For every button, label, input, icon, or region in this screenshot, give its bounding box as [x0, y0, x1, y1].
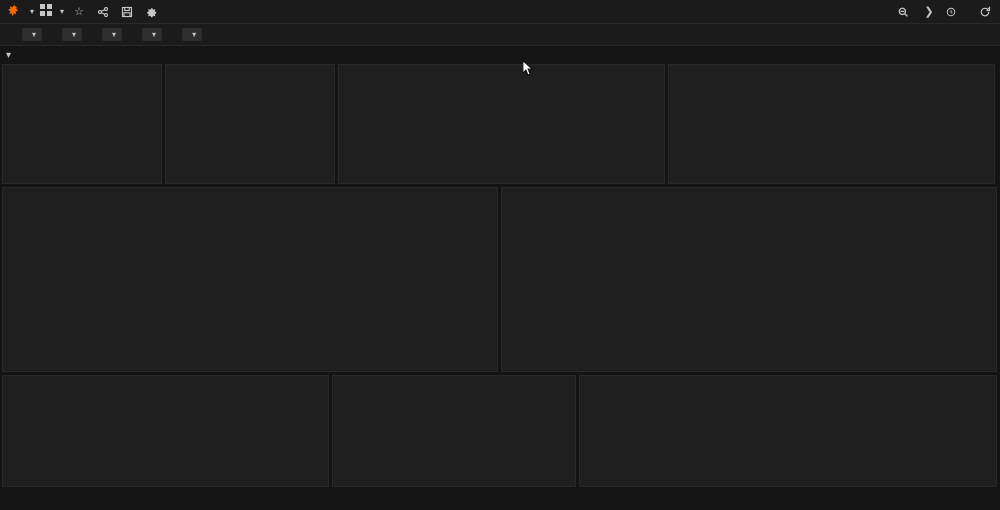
refresh-icon[interactable] [976, 3, 994, 21]
logo-menu-caret[interactable]: ▾ [30, 7, 34, 16]
save-icon[interactable] [118, 3, 136, 21]
var-environment-select[interactable]: ▾ [22, 28, 42, 41]
dashboard-caret-icon: ▾ [60, 7, 64, 16]
panel-response-time[interactable] [501, 187, 997, 372]
row-collapse-icon: ▾ [6, 50, 11, 61]
active-requests-chart [339, 69, 664, 183]
var-summarize-select[interactable]: ▾ [182, 28, 202, 41]
dashboard-grid-icon [40, 4, 52, 19]
star-icon[interactable]: ☆ [70, 3, 88, 21]
var-datasource-select[interactable]: ▾ [142, 28, 162, 41]
panel-throughput-chart[interactable] [2, 187, 498, 372]
dashboard-body [0, 64, 1000, 487]
var-healthcheck-select[interactable]: ▾ [62, 28, 82, 41]
panel-throughput-single[interactable] [2, 64, 162, 184]
panel-error-single[interactable] [165, 64, 335, 184]
dashboard-picker[interactable]: ▾ [40, 4, 64, 19]
template-var-bar: ▾ ▾ ▾ ▾ ▾ [0, 24, 1000, 46]
var-summarize-label [166, 33, 178, 37]
var-application-label [86, 33, 98, 37]
zoom-out-button[interactable] [898, 7, 912, 17]
error-rate-pct-chart [3, 380, 328, 486]
errors-pie-chart [333, 388, 433, 478]
panel-errors-pie[interactable] [332, 375, 576, 487]
throughput-legend [3, 367, 497, 371]
time-range-prev-icon[interactable]: ❯ [920, 3, 938, 21]
response-time-chart [502, 192, 996, 367]
panel-error-rate[interactable] [579, 375, 997, 487]
panel-apdex[interactable] [668, 64, 995, 184]
error-rate-chart [580, 380, 901, 486]
row-1 [2, 64, 998, 184]
time-range-picker[interactable] [946, 7, 960, 17]
throughput-value [3, 69, 161, 183]
settings-gear-icon[interactable] [142, 3, 160, 21]
response-time-legend [502, 367, 996, 371]
row-2 [2, 187, 998, 372]
topbar: ▾ ▾ ☆ ❯ [0, 0, 1000, 24]
throughput-chart [3, 192, 497, 367]
share-icon[interactable] [94, 3, 112, 21]
grafana-logo[interactable] [6, 3, 24, 21]
panel-active-requests[interactable] [338, 64, 665, 184]
row-header[interactable]: ▾ [0, 46, 1000, 64]
panel-error-rate-pct[interactable] [2, 375, 329, 487]
row-3 [2, 375, 998, 487]
error-rate-legend [901, 376, 996, 486]
error-value [166, 69, 334, 183]
apdex-chart [669, 69, 994, 183]
var-healthcheck-label [46, 33, 58, 37]
var-datasource-label [126, 33, 138, 37]
var-environment-label [6, 33, 18, 37]
var-application-select[interactable]: ▾ [102, 28, 122, 41]
